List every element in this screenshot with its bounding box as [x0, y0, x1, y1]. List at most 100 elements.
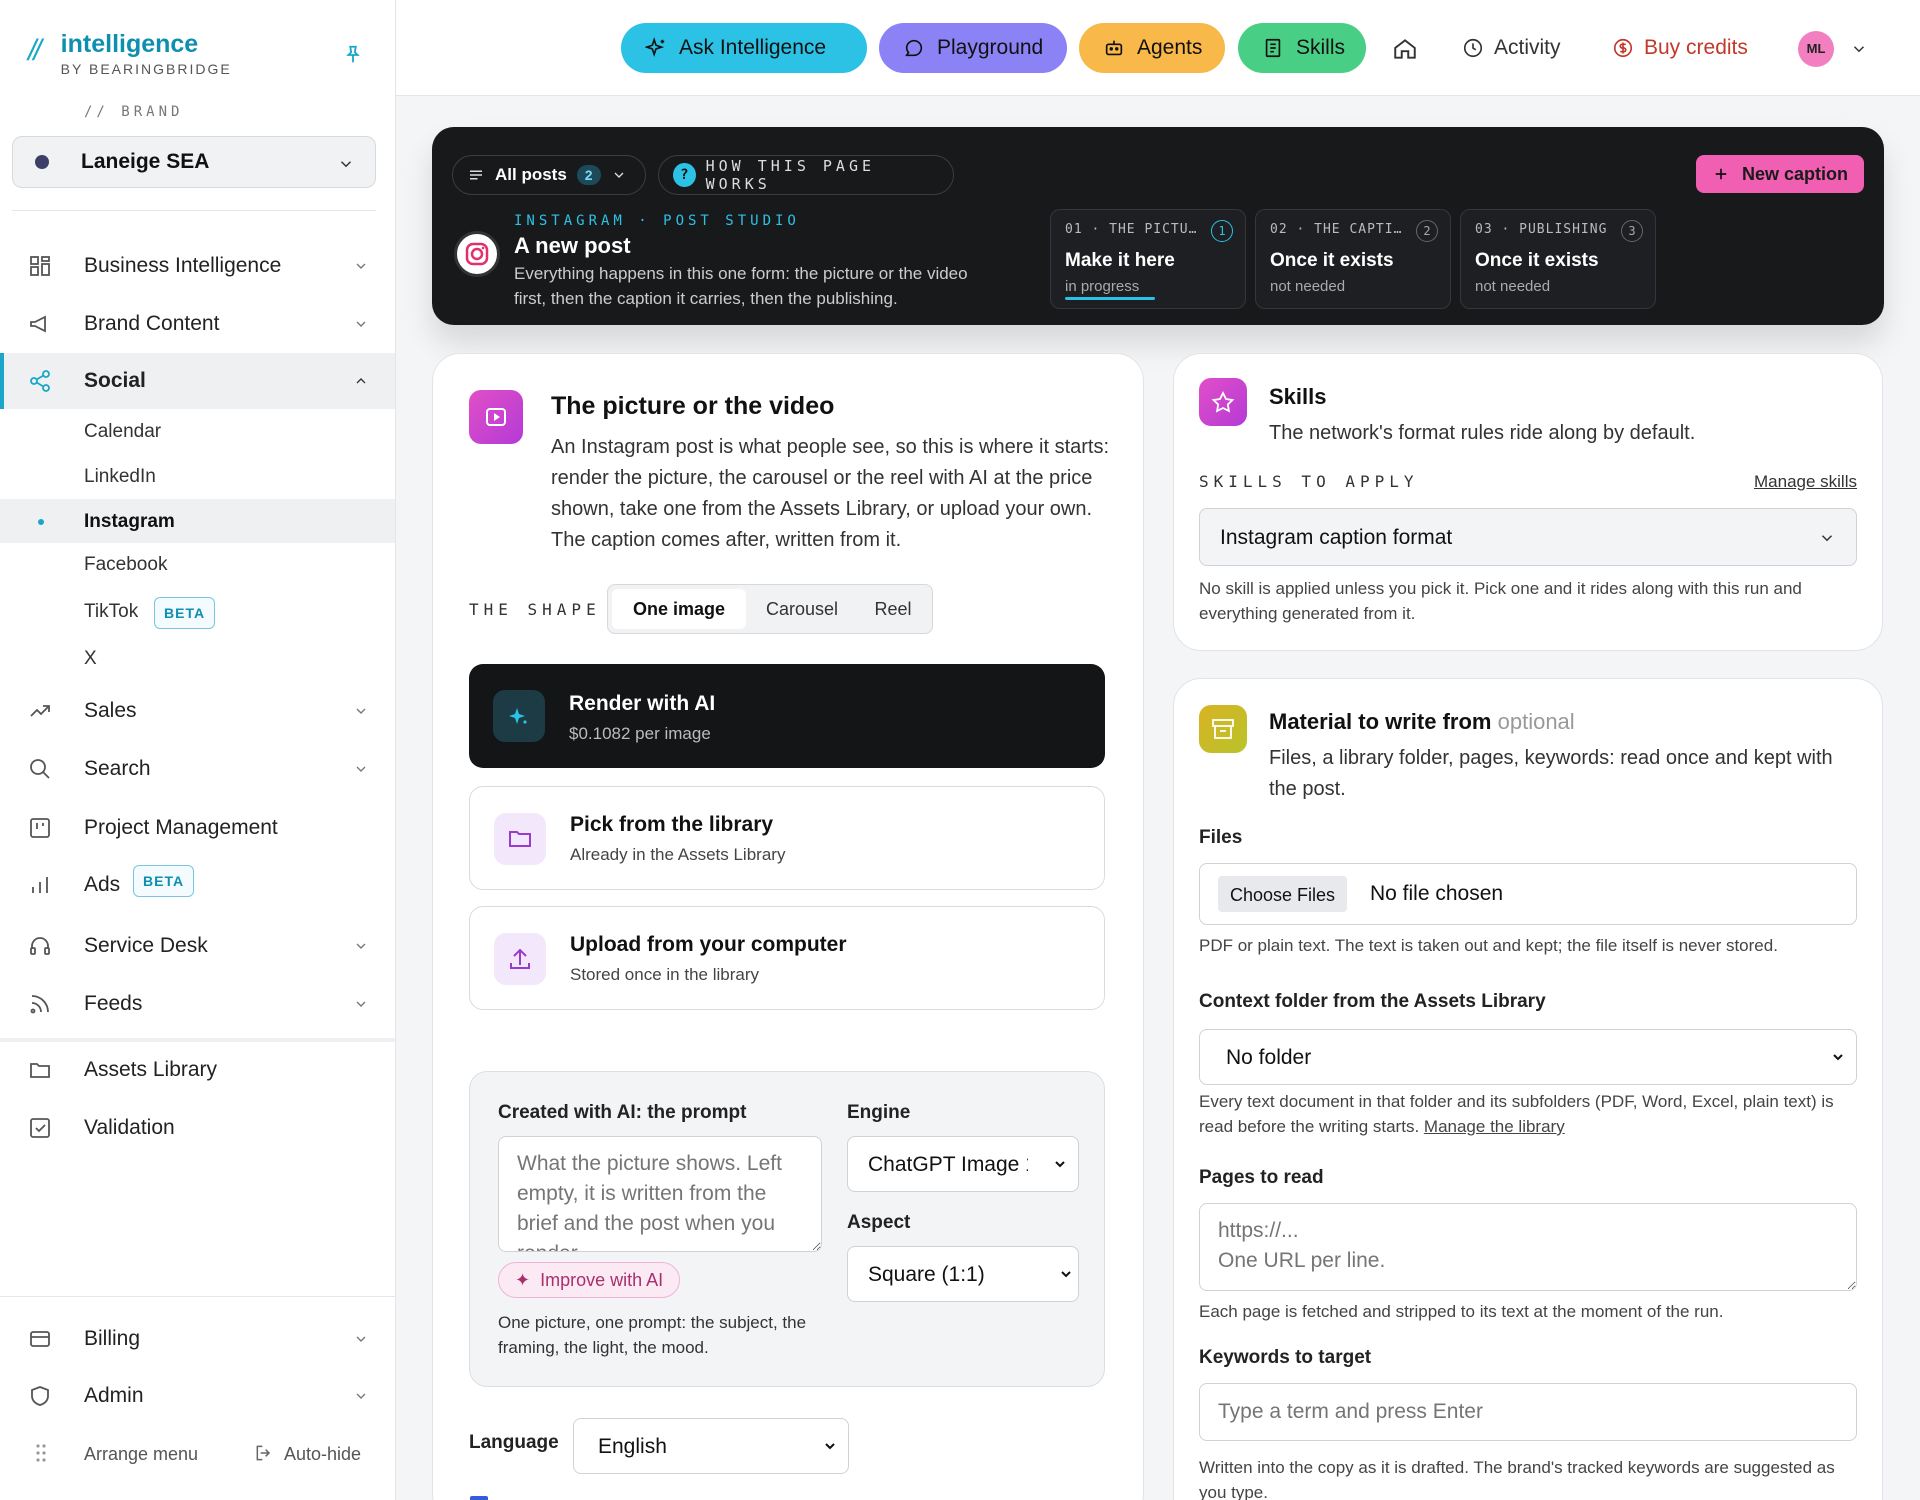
pick-from-library-option[interactable]: Pick from the library Already in the Ass… [469, 786, 1105, 890]
social-sub-linkedin[interactable]: LinkedIn [0, 454, 395, 498]
pin-icon[interactable] [342, 44, 364, 66]
chevron-down-icon [353, 703, 369, 719]
all-posts-dropdown[interactable]: All posts 2 [452, 155, 646, 195]
upload-option[interactable]: Upload from your computer Stored once in… [469, 906, 1105, 1010]
skills-description: The network's format rules ride along by… [1269, 422, 1696, 444]
agents-button[interactable]: Agents [1079, 23, 1225, 73]
engine-select[interactable]: ChatGPT Image 1 [847, 1136, 1079, 1192]
skill-select[interactable]: Instagram caption format [1199, 508, 1857, 566]
brand-mark: // [28, 34, 42, 67]
files-input[interactable]: Choose Files No file chosen [1199, 863, 1857, 925]
folder-value: No folder [1226, 1046, 1312, 1069]
nav-service-desk[interactable]: Service Desk [0, 918, 395, 974]
menu-icon [467, 166, 485, 184]
render-price: $0.1082 per image [569, 724, 711, 743]
step-status: not needed [1475, 278, 1551, 295]
nav-label: Ads [84, 873, 121, 896]
shape-one-image[interactable]: One image [612, 589, 746, 629]
aspect-select[interactable]: Square (1:1) [847, 1246, 1079, 1302]
posts-count-badge: 2 [576, 165, 601, 185]
nav-admin[interactable]: Admin [0, 1368, 395, 1424]
nav-search[interactable]: Search [0, 741, 395, 797]
step-number: 2 [1416, 220, 1438, 242]
nav-validation[interactable]: Validation [0, 1100, 395, 1156]
render-with-ai-option[interactable]: Render with AI $0.1082 per image [469, 664, 1105, 768]
step-picture[interactable]: 01 · THE PICTU… 1 Make it here in progre… [1050, 209, 1246, 309]
robot-icon [1103, 37, 1125, 59]
picture-description: An Instagram post is what people see, so… [551, 436, 1110, 551]
nav-feeds[interactable]: Feeds [0, 976, 395, 1032]
folder-select[interactable]: No folder [1199, 1029, 1857, 1085]
nav-sales[interactable]: Sales [0, 683, 395, 739]
step-status: in progress [1065, 278, 1140, 295]
nav-ads[interactable]: Ads BETA [0, 857, 395, 913]
grid-icon [28, 254, 52, 278]
home-icon[interactable] [1392, 36, 1418, 62]
nav-business-intelligence[interactable]: Business Intelligence [0, 238, 395, 294]
playground-button[interactable]: Playground [879, 23, 1067, 73]
chevron-down-icon[interactable] [1850, 40, 1868, 58]
choose-files-button[interactable]: Choose Files [1218, 876, 1348, 912]
step-publishing[interactable]: 03 · PUBLISHING 3 Once it exists not nee… [1460, 209, 1656, 309]
manage-skills-link[interactable]: Manage skills [1754, 472, 1857, 492]
avatar[interactable]: ML [1798, 31, 1834, 67]
picture-title: The picture or the video [551, 392, 835, 420]
prompt-panel: Created with AI: the prompt ✦ Improve wi… [469, 1071, 1105, 1387]
manage-library-link[interactable]: Manage the library [1424, 1117, 1565, 1136]
help-icon: ? [673, 163, 696, 187]
how-this-page-works-button[interactable]: ? HOW THIS PAGE WORKS [658, 155, 954, 195]
language-select[interactable]: English [573, 1418, 849, 1474]
nav-label: Service Desk [84, 934, 208, 957]
nav-project-management[interactable]: Project Management [0, 800, 395, 856]
brand-logo[interactable]: // intelligence BY BEARINGBRIDGE [28, 30, 232, 77]
step-title: Make it here [1065, 250, 1175, 271]
checkbox-edge[interactable] [470, 1496, 488, 1500]
brand-select[interactable]: Laneige SEA [12, 136, 376, 188]
drag-handle-icon[interactable] [34, 1442, 48, 1464]
shape-label: THE SHAPE [469, 600, 601, 619]
banner-description: Everything happens in this one form: the… [514, 261, 968, 311]
sidebar-footer: Arrange menu Auto-hide [0, 1440, 395, 1470]
social-sub-calendar[interactable]: Calendar [0, 409, 395, 453]
new-caption-button[interactable]: New caption [1695, 155, 1864, 193]
prompt-textarea[interactable] [498, 1136, 822, 1252]
brand-section-kicker: // BRAND [84, 104, 184, 120]
skills-label: Skills [1296, 36, 1346, 59]
social-sub-instagram[interactable]: Instagram [0, 499, 395, 543]
ask-intelligence-button[interactable]: Ask Intelligence [621, 23, 867, 73]
step-caption[interactable]: 02 · THE CAPTI… 2 Once it exists not nee… [1255, 209, 1451, 309]
activity-link[interactable]: Activity [1462, 36, 1561, 60]
video-icon [469, 390, 523, 444]
shape-carousel[interactable]: Carousel [750, 589, 854, 629]
language-label: Language [469, 1432, 559, 1453]
arrange-menu-button[interactable]: Arrange menu [84, 1444, 198, 1465]
chevron-down-icon [1058, 1266, 1078, 1282]
chevron-down-icon [353, 1331, 369, 1347]
chevron-up-icon [353, 373, 369, 389]
pages-textarea[interactable] [1199, 1203, 1857, 1291]
social-sub-tiktok[interactable]: TikTok BETA [0, 589, 395, 633]
pages-label: Pages to read [1199, 1167, 1324, 1188]
nav-billing[interactable]: Billing [0, 1311, 395, 1367]
nav-assets-library[interactable]: Assets Library [0, 1042, 395, 1098]
social-sub-facebook[interactable]: Facebook [0, 542, 395, 586]
shape-reel[interactable]: Reel [856, 589, 930, 629]
skills-button[interactable]: Skills [1238, 23, 1366, 73]
improve-with-ai-button[interactable]: ✦ Improve with AI [498, 1262, 681, 1298]
buy-credits-link[interactable]: Buy credits [1612, 36, 1748, 60]
material-title: Material to write from [1269, 709, 1492, 734]
nav-social[interactable]: Social [0, 353, 395, 409]
nav-label: Search [84, 757, 151, 780]
folder-help: Every text document in that folder and i… [1199, 1089, 1857, 1139]
nav-brand-content[interactable]: Brand Content [0, 296, 395, 352]
trend-icon [28, 699, 52, 723]
nav-label: Billing [84, 1327, 141, 1350]
card-icon [28, 1327, 52, 1351]
keywords-help: Written into the copy as it is drafted. … [1199, 1458, 1835, 1500]
social-sub-x[interactable]: X [0, 636, 395, 680]
nav-label: Business Intelligence [84, 254, 282, 277]
rss-icon [28, 992, 52, 1016]
auto-hide-button[interactable]: Auto-hide [284, 1444, 361, 1465]
step-progress-bar [1065, 297, 1155, 300]
keywords-input[interactable] [1199, 1383, 1857, 1441]
